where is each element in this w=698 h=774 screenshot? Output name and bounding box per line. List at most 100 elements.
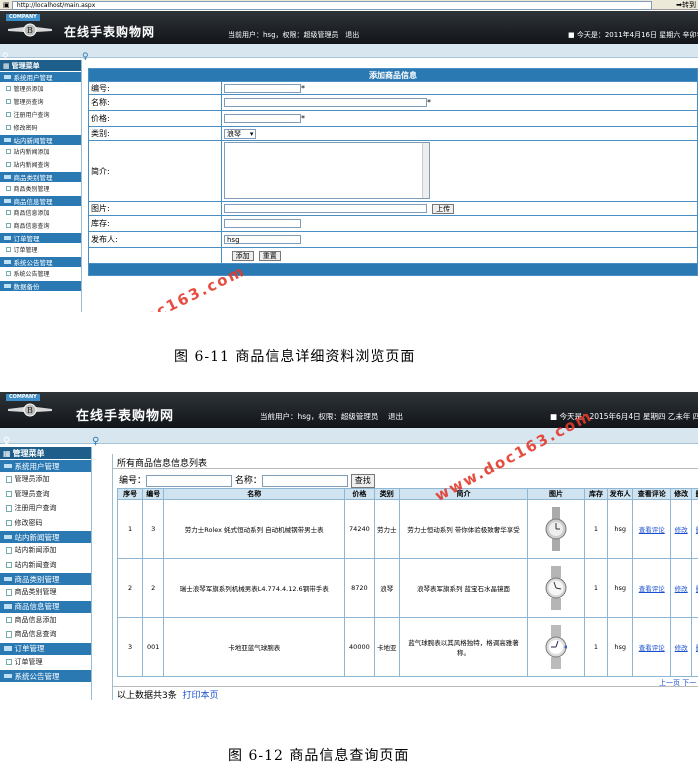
sidebar-item-0-2[interactable]: 注册用户查询 bbox=[0, 108, 81, 121]
column-header-6: 图片 bbox=[527, 488, 585, 500]
cell-intro: 浪琴表军旗系列 蓝宝石水晶镜面 bbox=[398, 558, 529, 618]
form-footer bbox=[88, 263, 698, 276]
sidebar-head-label: 管理菜单 bbox=[11, 61, 40, 70]
sidebar-item-0-1[interactable]: 管理员查询 bbox=[0, 95, 81, 108]
address-input[interactable]: http://localhost/main.aspx bbox=[11, 1, 652, 10]
search-button[interactable]: 查找 bbox=[350, 473, 375, 488]
cell-del[interactable]: 删 bbox=[691, 499, 698, 559]
sidebar-group-4[interactable]: 订单管理 bbox=[0, 642, 91, 655]
document-icon bbox=[6, 589, 12, 596]
search-name-input[interactable] bbox=[261, 474, 348, 487]
user-info-text: 当前用户：hsg，权限：超级管理员 bbox=[228, 31, 339, 39]
cell-seq: 3 bbox=[116, 617, 144, 677]
sidebar-group-label: 数据备份 bbox=[13, 283, 40, 291]
sidebar-group-3[interactable]: 商品信息管理 bbox=[0, 196, 81, 206]
cell-name: 瑞士浪琴军旗系列机械男表L4.774.4.12.6钢带手表 bbox=[163, 558, 346, 618]
category-label: 类别: bbox=[88, 126, 222, 141]
record-count: 以上数据共3条 bbox=[117, 691, 177, 700]
sidebar-item-3-0[interactable]: 商品信息添加 bbox=[0, 206, 81, 219]
go-button[interactable]: ➡转到 bbox=[676, 0, 696, 10]
price-input[interactable] bbox=[224, 114, 301, 123]
sidebar-group-1[interactable]: 站内新闻管理 bbox=[0, 531, 91, 543]
sidebar-item-0-1[interactable]: 管理员查询 bbox=[0, 487, 91, 502]
price-label: 价格: bbox=[88, 110, 222, 127]
go-label: 转到 bbox=[682, 1, 696, 9]
sidebar-group-4[interactable]: 订单管理 bbox=[0, 233, 81, 243]
address-bar: ▣ http://localhost/main.aspx ➡转到 bbox=[0, 0, 698, 10]
sidebar-group-label: 系统用户管理 bbox=[14, 461, 60, 471]
document-icon bbox=[6, 490, 12, 497]
cell-del[interactable]: 删 bbox=[691, 617, 698, 677]
sidebar-item-4-0[interactable]: 订单管理 bbox=[0, 655, 91, 670]
sidebar-item-label: 站内新闻添加 bbox=[14, 546, 57, 555]
print-link[interactable]: 打印本页 bbox=[182, 691, 218, 700]
sidebar-item-0-3[interactable]: 修改密码 bbox=[0, 516, 91, 531]
sidebar-item-2-0[interactable]: 商品类别管理 bbox=[0, 182, 81, 195]
cell-view[interactable]: 查看评论 bbox=[632, 499, 672, 559]
list-footer: 以上数据共3条 打印本页 bbox=[117, 688, 218, 700]
cell-view[interactable]: 查看评论 bbox=[632, 558, 672, 618]
cell-price: 40000 bbox=[344, 617, 375, 677]
intro-textarea[interactable] bbox=[224, 141, 430, 199]
cell-edit[interactable]: 修改 bbox=[670, 558, 693, 618]
logout-link[interactable]: 退出 bbox=[345, 31, 359, 39]
publisher-input[interactable]: hsg bbox=[224, 235, 301, 244]
logout-link-2[interactable]: 退出 bbox=[388, 412, 403, 421]
add-button[interactable]: 添加 bbox=[231, 250, 254, 261]
sidebar-group-1[interactable]: 站内新闻管理 bbox=[0, 135, 81, 145]
product-table: 序号编号名称价格类别简介图片库存发布人查看评论修改删 13劳力士Rolex 蚝式… bbox=[116, 488, 698, 677]
sidebar-item-1-0[interactable]: 站内新闻添加 bbox=[0, 543, 91, 558]
sidebar-item-0-0[interactable]: 管理员添加 bbox=[0, 472, 91, 487]
sidebar-item-1-1[interactable]: 站内新闻查询 bbox=[0, 558, 91, 573]
cell-view[interactable]: 查看评论 bbox=[632, 617, 672, 677]
sidebar-group-0[interactable]: 系统用户管理 bbox=[0, 72, 81, 82]
stock-input[interactable] bbox=[224, 219, 301, 228]
sidebar-group-0[interactable]: 系统用户管理 bbox=[0, 460, 91, 472]
sidebar-item-5-0[interactable]: 系统公告管理 bbox=[0, 267, 81, 280]
title-divider bbox=[113, 468, 698, 469]
sidebar-group-3[interactable]: 商品信息管理 bbox=[0, 600, 91, 613]
sidebar-item-3-1[interactable]: 商品信息查询 bbox=[0, 219, 81, 232]
sidebar-menu-2: ▦ 管理菜单 系统用户管理 管理员添加 管理员查询 注册用户查询 修改密码 站内新闻管理 站内… bbox=[0, 447, 92, 700]
category-select[interactable]: 浪琴 ▾ bbox=[224, 128, 257, 139]
sidebar-group-label: 订单管理 bbox=[13, 235, 40, 243]
sidebar-group-2[interactable]: 商品类别管理 bbox=[0, 573, 91, 585]
sidebar-item-1-1[interactable]: 站内新闻查询 bbox=[0, 158, 81, 171]
sidebar-item-label: 修改密码 bbox=[13, 125, 38, 132]
sidebar-item-3-0[interactable]: 商品信息添加 bbox=[0, 613, 91, 628]
sidebar-item-4-0[interactable]: 订单管理 bbox=[0, 243, 81, 256]
cell-del[interactable]: 删 bbox=[691, 558, 698, 618]
company-badge-2: COMPANY bbox=[6, 394, 40, 401]
sidebar-item-1-0[interactable]: 站内新闻添加 bbox=[0, 145, 81, 158]
cell-edit[interactable]: 修改 bbox=[670, 499, 693, 559]
sidebar-item-label: 商品信息查询 bbox=[14, 630, 57, 639]
column-header-1: 编号 bbox=[142, 488, 165, 500]
sidebar-item-0-3[interactable]: 修改密码 bbox=[0, 121, 81, 134]
sidebar-item-3-1[interactable]: 商品信息查询 bbox=[0, 627, 91, 642]
cell-intro: 蓝气球腕表以其风格独特，格调高雅著称。 bbox=[398, 617, 529, 677]
publisher-label: 发布人: bbox=[88, 231, 222, 248]
cell-edit[interactable]: 修改 bbox=[670, 617, 693, 677]
sidebar-group-5[interactable]: 系统公告管理 bbox=[0, 257, 81, 267]
sidebar-item-0-2[interactable]: 注册用户查询 bbox=[0, 501, 91, 516]
sidebar-group-2[interactable]: 商品类别管理 bbox=[0, 172, 81, 182]
pin-icon-right: ♀ bbox=[82, 52, 89, 62]
sidebar-item-0-0[interactable]: 管理员添加 bbox=[0, 82, 81, 95]
code-input[interactable] bbox=[224, 83, 301, 93]
sidebar-group-label: 商品类别管理 bbox=[13, 174, 53, 182]
name-input[interactable] bbox=[224, 98, 427, 107]
table-body: 1 3 劳力士Rolex 蚝式恒动系列 自动机械钢带男士表 74240 劳力士 劳力士恒动… bbox=[116, 499, 698, 677]
sidebar-group-5[interactable]: 系统公告管理 bbox=[0, 670, 91, 682]
sidebar-item-2-0[interactable]: 商品类别管理 bbox=[0, 585, 91, 600]
pin-icon-right-2: ♀ bbox=[92, 436, 100, 447]
search-code-input[interactable] bbox=[146, 474, 233, 487]
image-path-input[interactable] bbox=[224, 204, 427, 213]
cell-publisher: hsg bbox=[607, 617, 634, 677]
sidebar-item-label: 管理员添加 bbox=[13, 86, 44, 93]
cell-name: 卡地亚蓝气球腕表 bbox=[163, 617, 346, 677]
sidebar-group-6[interactable]: 数据备份 bbox=[0, 281, 81, 291]
price-required-mark: * bbox=[301, 114, 305, 123]
upload-button[interactable]: 上传 bbox=[432, 203, 455, 214]
sidebar-item-label: 商品信息添加 bbox=[14, 615, 57, 624]
reset-button[interactable]: 重置 bbox=[258, 250, 281, 261]
